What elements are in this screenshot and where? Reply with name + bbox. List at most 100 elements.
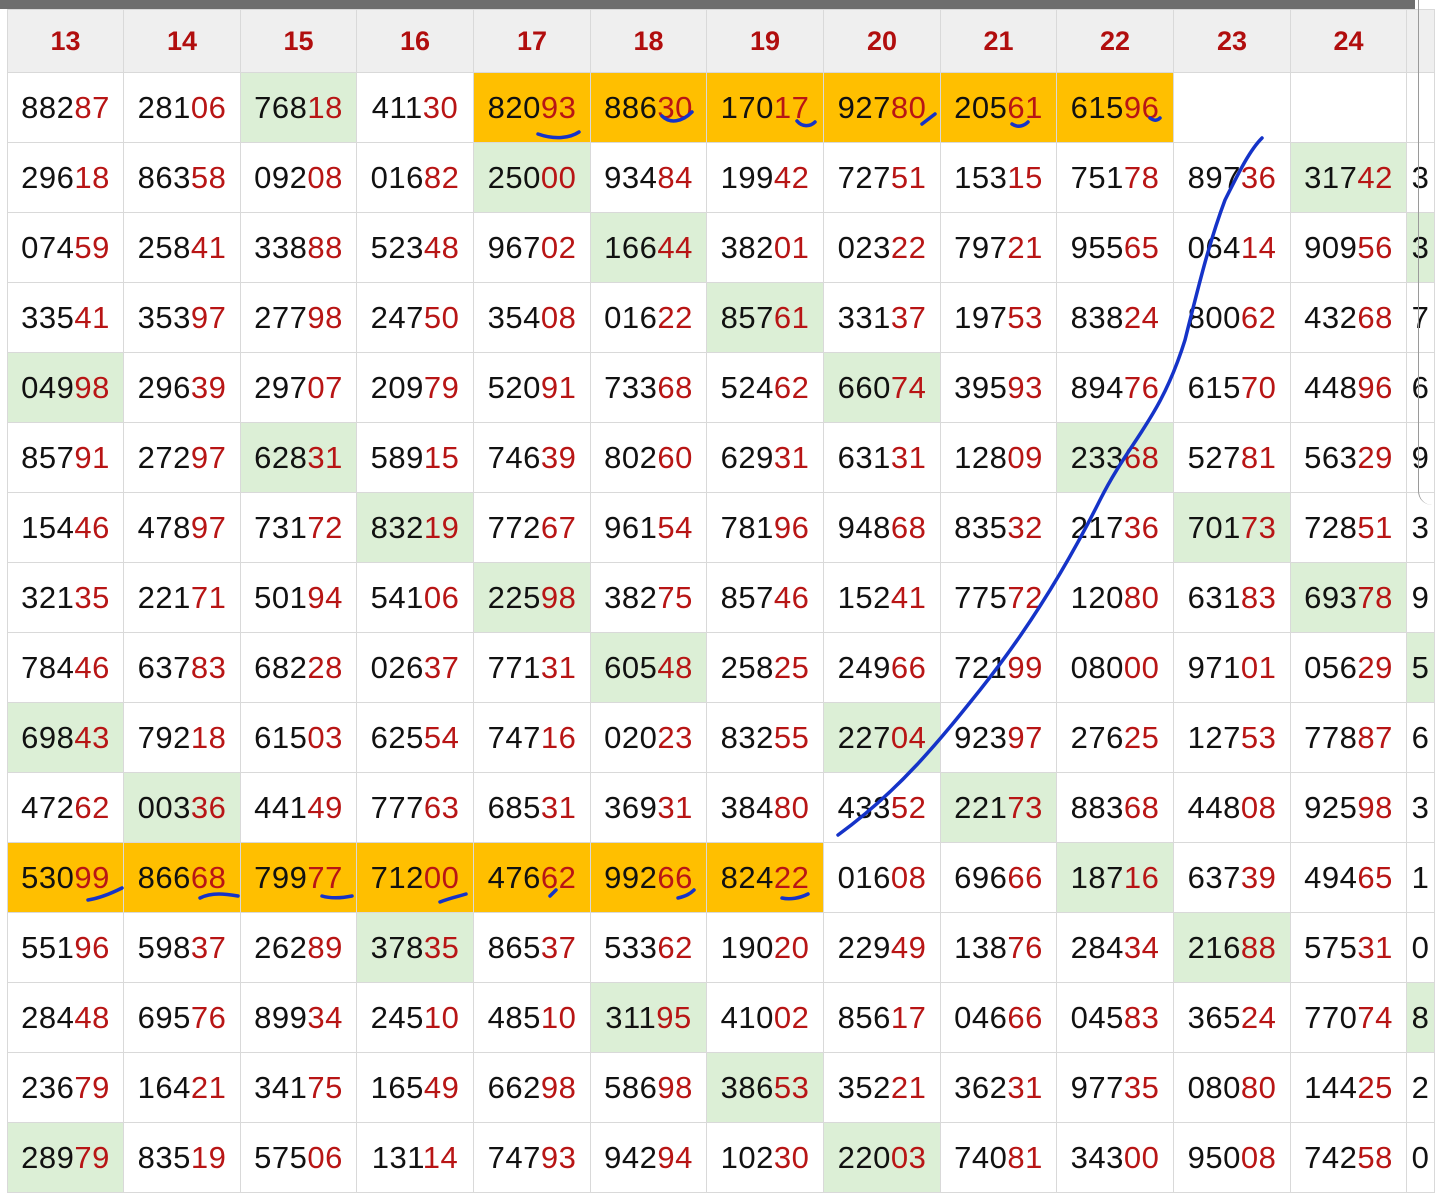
- cell-lead-digits: 631: [837, 439, 891, 475]
- cell-lead-digits: 297: [254, 369, 308, 405]
- cell-tail-digits: 83: [190, 649, 227, 685]
- cell-lead-digits: 080: [1070, 649, 1124, 685]
- grid-cell: 77887: [1290, 702, 1407, 773]
- grid-cell: 85746: [706, 562, 824, 633]
- grid-cell: 27625: [1056, 702, 1174, 773]
- cell-lead-digits: 154: [21, 509, 75, 545]
- grid-cell: 07459: [7, 212, 124, 283]
- grid-cell: 79721: [940, 212, 1057, 283]
- grid-cell: 62931: [706, 422, 824, 493]
- table-row: 15446 47897 73172 83219 77267 96154 78196 94868…: [7, 492, 1435, 563]
- grid-cell: 1: [1406, 842, 1435, 913]
- grid-cell: 74639: [473, 422, 591, 493]
- cell-tail-digits: 68: [1123, 789, 1160, 825]
- grid-cell: 01622: [590, 282, 707, 353]
- cell-lead-digits: 701: [1187, 509, 1241, 545]
- cell-lead-digits: 857: [720, 299, 774, 335]
- cell-lead-digits: 049: [21, 369, 75, 405]
- grid-cell: 02322: [823, 212, 941, 283]
- cell-lead-digits: 899: [254, 999, 308, 1035]
- cell-tail-digits: 42: [773, 159, 810, 195]
- grid-cell: 35221: [823, 1052, 941, 1123]
- cell-lead-digits: 721: [954, 649, 1008, 685]
- cell-tail-digits: 41: [74, 299, 110, 335]
- cell-tail-digits: 96: [1357, 369, 1393, 405]
- grid-cell: 28106: [123, 72, 241, 143]
- grid-cell: 19753: [940, 282, 1057, 353]
- cell-tail-digits: 36: [190, 789, 227, 825]
- grid-cell: 6: [1406, 702, 1435, 773]
- grid-cell: 22949: [823, 912, 941, 983]
- grid-cell: 05629: [1290, 632, 1407, 703]
- cell-lead-digits: 533: [604, 929, 658, 965]
- cell-tail-digits: 15: [1007, 159, 1043, 195]
- cell-lead-digits: 362: [954, 1069, 1008, 1105]
- column-header: 18: [590, 9, 707, 73]
- grid-cell: 96702: [473, 212, 591, 283]
- cell-lead-digits: 747: [487, 1139, 541, 1175]
- scrollbar-track[interactable]: [1418, 0, 1433, 505]
- cell-tail-digits: 66: [1007, 999, 1043, 1035]
- grid-cell: 12809: [940, 422, 1057, 493]
- cell-tail-digits: 21: [890, 1069, 927, 1105]
- cell-lead-digits: 205: [954, 89, 1008, 125]
- grid-cell: 92397: [940, 702, 1057, 773]
- cell-lead-digits: 258: [137, 229, 191, 265]
- cell-lead-digits: 523: [370, 229, 424, 265]
- grid-cell: 31742: [1290, 142, 1407, 213]
- cell-tail-digits: 68: [657, 369, 693, 405]
- cell-lead-digits: 249: [837, 649, 891, 685]
- grid-cell: 38275: [590, 562, 707, 633]
- cell-lead-digits: 615: [1070, 89, 1124, 125]
- grid-cell: 09208: [240, 142, 357, 213]
- grid-cell: 69378: [1290, 562, 1407, 633]
- cell-lead-digits: 258: [720, 649, 774, 685]
- cell-tail-digits: 37: [190, 929, 227, 965]
- cell-tail-digits: 59: [74, 229, 110, 265]
- cell-tail-digits: 08: [307, 159, 343, 195]
- cell-tail-digits: 09: [1007, 439, 1043, 475]
- cell-tail-digits: 31: [657, 789, 693, 825]
- cell-lead-digits: 923: [954, 719, 1008, 755]
- grid-cell: 74258: [1290, 1122, 1407, 1193]
- cell-tail-digits: 48: [423, 229, 460, 265]
- cell-tail-digits: 73: [1007, 789, 1043, 825]
- table-row: 85791 27297 62831 58915 74639 80260 62931 63131…: [7, 422, 1435, 493]
- grid-cell: 0: [1406, 912, 1435, 983]
- cell-lead-digits: 698: [21, 719, 75, 755]
- cell-lead-digits: 551: [21, 929, 75, 965]
- cell-tail-digits: 49: [423, 1069, 460, 1105]
- grid-cell: 72751: [823, 142, 941, 213]
- grid-cell: 68531: [473, 772, 591, 843]
- grid-cell: 52348: [356, 212, 474, 283]
- cell-tail-digits: 93: [1007, 369, 1043, 405]
- cell-lead-digits: 894: [1070, 369, 1124, 405]
- cell-lead-digits: 824: [720, 859, 774, 895]
- cell-tail-digits: 39: [540, 439, 577, 475]
- cell-tail-digits: 10: [540, 999, 577, 1035]
- cell-lead-digits: 598: [137, 929, 191, 965]
- cell-lead-digits: 955: [1070, 229, 1124, 265]
- cell-tail-digits: 03: [890, 1139, 927, 1175]
- cell-lead-digits: 478: [137, 509, 191, 545]
- cell-lead-digits: 501: [254, 579, 308, 615]
- grid-cell: 47262: [7, 772, 124, 843]
- column-header: 23: [1173, 9, 1291, 73]
- cell-partial-value: 5: [1411, 649, 1430, 685]
- grid-cell: 93484: [590, 142, 707, 213]
- cell-tail-digits: 41: [890, 579, 927, 615]
- cell-tail-digits: 39: [190, 369, 227, 405]
- column-header: 21: [940, 9, 1057, 73]
- cell-lead-digits: 092: [254, 159, 308, 195]
- cell-tail-digits: 63: [423, 789, 460, 825]
- cell-lead-digits: 660: [837, 369, 891, 405]
- cell-lead-digits: 967: [487, 229, 541, 265]
- grid-cell: 82422: [706, 842, 824, 913]
- cell-tail-digits: 54: [657, 509, 693, 545]
- grid-cell: 63183: [1173, 562, 1291, 633]
- cell-tail-digits: 46: [773, 579, 810, 615]
- cell-lead-digits: 775: [954, 579, 1008, 615]
- grid-cell: 24966: [823, 632, 941, 703]
- cell-lead-digits: 311: [605, 999, 657, 1035]
- cell-tail-digits: 83: [1240, 579, 1277, 615]
